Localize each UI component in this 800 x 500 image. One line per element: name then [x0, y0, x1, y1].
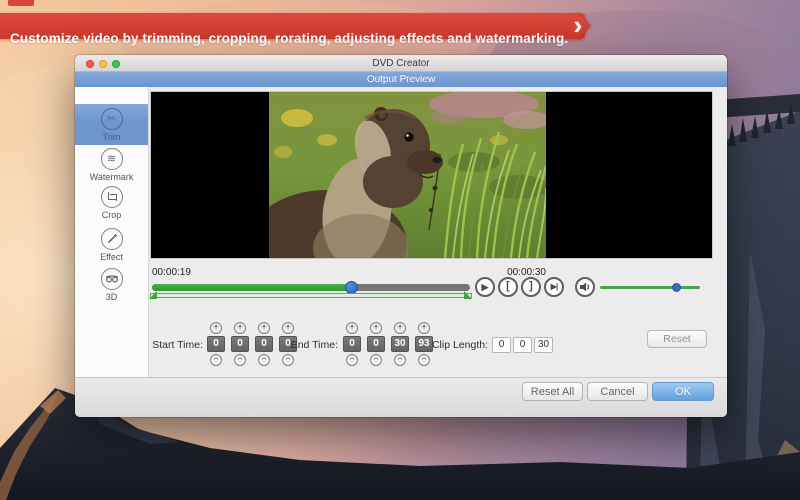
window-title: DVD Creator [75, 55, 727, 72]
end-time-value-3[interactable]: 30 [391, 336, 409, 352]
sidebar-item-trim[interactable]: ✂ Trim [75, 104, 148, 145]
sidebar-item-watermark[interactable]: ≋ Watermark [75, 148, 148, 182]
banner-fragment [8, 0, 34, 6]
increment-button[interactable]: + [394, 322, 406, 334]
scissors-icon: ✂ [101, 108, 123, 130]
start-time-value-1[interactable]: 0 [207, 336, 225, 352]
clip-length-value-2[interactable]: 0 [513, 337, 532, 353]
trim-range-track[interactable] [150, 293, 472, 298]
sidebar-item-label: Crop [75, 210, 148, 220]
mark-in-button[interactable]: [ [498, 277, 518, 297]
reset-all-button[interactable]: Reset All [522, 382, 583, 401]
close-button[interactable] [86, 60, 94, 68]
end-time-spinner-1: + 0 − [343, 322, 361, 368]
output-preview-header: Output Preview [75, 72, 727, 87]
trim-panel: 00:00:19 00:00:30 ▶ [ ] ▶| [149, 87, 727, 377]
start-time-value-2[interactable]: 0 [231, 336, 249, 352]
trim-start-handle[interactable] [149, 291, 157, 299]
decrement-button[interactable]: − [394, 354, 406, 366]
increment-button[interactable]: + [418, 322, 430, 334]
progress-fill [152, 284, 352, 291]
start-time-value-3[interactable]: 0 [255, 336, 273, 352]
sidebar-item-label: Watermark [75, 172, 148, 182]
start-time-spinner-1: + 0 − [207, 322, 225, 368]
sidebar-item-effect[interactable]: Effect [75, 228, 148, 262]
end-time-value-2[interactable]: 0 [367, 336, 385, 352]
start-time-spinner-2: + 0 − [231, 322, 249, 368]
watermark-icon: ≋ [101, 148, 123, 170]
increment-button[interactable]: + [210, 322, 222, 334]
decrement-button[interactable]: − [258, 354, 270, 366]
sidebar-item-label: Trim [75, 132, 148, 142]
start-time-label: Start Time: [149, 337, 203, 353]
increment-button[interactable]: + [282, 322, 294, 334]
increment-button[interactable]: + [370, 322, 382, 334]
decrement-button[interactable]: − [418, 354, 430, 366]
total-time: 00:00:30 [507, 267, 546, 278]
speaker-icon [579, 281, 591, 293]
video-frame [269, 92, 546, 258]
clip-length-value-1[interactable]: 0 [492, 337, 511, 353]
effect-wand-icon [101, 228, 123, 250]
decrement-button[interactable]: − [346, 354, 358, 366]
mark-out-button[interactable]: ] [521, 277, 541, 297]
window-titlebar[interactable]: DVD Creator [75, 55, 727, 72]
sidebar-item-3d[interactable]: 3D [75, 268, 148, 302]
chevron-right-icon[interactable]: › [566, 11, 590, 39]
reset-button[interactable]: Reset [647, 330, 707, 348]
clip-length-value-3[interactable]: 30 [534, 337, 553, 353]
3d-glasses-icon [101, 268, 123, 290]
tip-banner-text: Customize video by trimming, cropping, r… [10, 26, 568, 52]
increment-button[interactable]: + [234, 322, 246, 334]
end-time-spinner-3: + 30 − [391, 322, 409, 368]
volume-slider[interactable] [600, 286, 700, 289]
start-time-spinner-3: + 0 − [255, 322, 273, 368]
decrement-button[interactable]: − [210, 354, 222, 366]
video-preview [150, 91, 713, 259]
playhead-knob[interactable] [345, 281, 358, 294]
decrement-button[interactable]: − [370, 354, 382, 366]
crop-icon [101, 186, 123, 208]
dvd-creator-window: DVD Creator Output Preview ✂ Trim ≋ Wate… [75, 55, 727, 417]
increment-button[interactable]: + [258, 322, 270, 334]
increment-button[interactable]: + [346, 322, 358, 334]
progress-track[interactable] [152, 284, 470, 291]
tip-banner: Customize video by trimming, cropping, r… [0, 13, 585, 39]
end-time-spinner-2: + 0 − [367, 322, 385, 368]
current-time: 00:00:19 [152, 267, 191, 278]
step-forward-button[interactable]: ▶| [544, 277, 564, 297]
end-time-label: End Time: [281, 337, 338, 353]
sidebar: ✂ Trim ≋ Watermark Crop [75, 87, 149, 377]
play-button[interactable]: ▶ [475, 277, 495, 297]
cancel-button[interactable]: Cancel [587, 382, 648, 401]
decrement-button[interactable]: − [282, 354, 294, 366]
end-time-value-1[interactable]: 0 [343, 336, 361, 352]
zoom-button[interactable] [112, 60, 120, 68]
sidebar-item-crop[interactable]: Crop [75, 186, 148, 220]
sidebar-item-label: Effect [75, 252, 148, 262]
ok-button[interactable]: OK [652, 382, 714, 401]
sidebar-item-label: 3D [75, 292, 148, 302]
volume-button[interactable] [575, 277, 595, 297]
minimize-button[interactable] [99, 60, 107, 68]
volume-knob[interactable] [672, 283, 681, 292]
clip-length-label: Clip Length: [425, 337, 488, 353]
trim-end-handle[interactable] [464, 291, 472, 299]
decrement-button[interactable]: − [234, 354, 246, 366]
desktop: Customize video by trimming, cropping, r… [0, 0, 800, 500]
window-footer: Reset All Cancel OK [75, 377, 727, 417]
